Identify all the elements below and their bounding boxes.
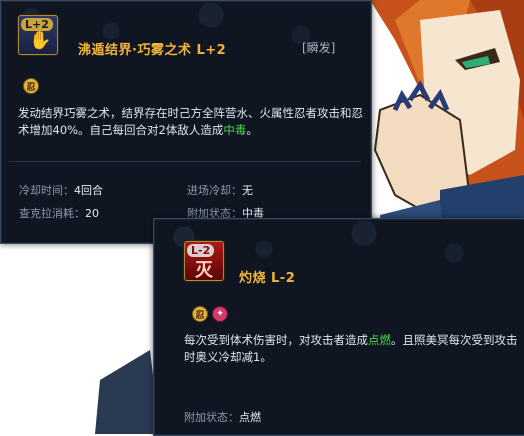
fire-icon: 灭 [195,260,213,281]
burn-status-icon: ✦ [212,306,228,322]
skill-tooltip-secondary: L-2 灭 灼烧 L-2 忍 ✦ 每次受到体术伤害时，对攻击者造成点燃。且照美冥… [153,218,524,436]
chakra-cost-stat: 查克拉消耗：20 [19,207,99,220]
skill-title: 灼烧 L-2 [239,271,296,286]
cooldown-stat: 冷却时间：4回合 [19,184,103,197]
ignite-keyword: 点燃 [368,333,391,347]
skill-title: 沸遁结界·巧雾之术 L+2 [78,43,227,58]
skill-icon-burn: L-2 灭 [184,241,224,281]
entry-cooldown-stat: 进场冷却：无 [187,184,253,197]
skill-icon-mist-barrier: L+2 ✋ [18,15,58,55]
skill-tooltip-primary: L+2 ✋ 沸遁结界·巧雾之术 L+2 [瞬发] 忍 发动结界巧雾之术，结界存在… [0,0,372,244]
skill-description: 发动结界巧雾之术，结界存在时己方全阵营水、火属性忍者攻击和忍术增加40%。自己每… [18,106,363,137]
poison-keyword: 中毒 [223,123,247,137]
skill-description: 每次受到体术伤害时，对攻击者造成点燃。且照美冥每次受到攻击时奥义冷却减1。 [184,333,518,364]
instant-cast-tag: [瞬发] [302,41,336,55]
hand-seal-icon: ✋ [29,30,52,51]
divider [9,161,361,162]
ninjutsu-icon: 忍 [23,78,39,94]
extra-status-stat: 附加状态：点燃 [184,411,261,424]
ninjutsu-icon: 忍 [192,306,208,322]
